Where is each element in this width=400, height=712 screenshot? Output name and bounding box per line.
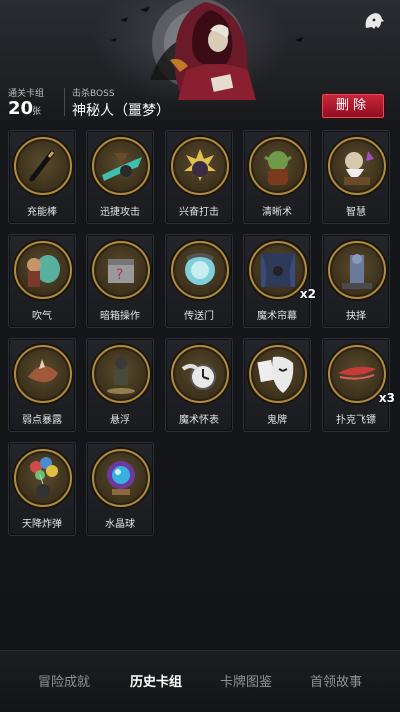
card-label: 吹气 xyxy=(32,311,52,322)
cards-count-unit: 张 xyxy=(32,107,42,117)
levitation-icon xyxy=(92,345,150,403)
card-13[interactable]: 鬼牌 xyxy=(243,338,311,432)
boss-label: 击杀BOSS xyxy=(72,89,115,99)
mystery-box-icon: ? xyxy=(92,241,150,299)
card-2[interactable]: 兴奋打击 xyxy=(165,130,233,224)
cards-count: 20 xyxy=(8,98,34,119)
card-count: x3 xyxy=(378,391,395,405)
card-12[interactable]: 魔术怀表 xyxy=(165,338,233,432)
card-label: 传送门 xyxy=(184,311,214,322)
card-7[interactable]: 传送门 xyxy=(165,234,233,328)
card-16[interactable]: 水晶球 xyxy=(86,442,154,536)
deck-stats: 通关卡组 20 张 击杀BOSS 神秘人（噩梦） 删除 xyxy=(8,86,392,120)
card-0[interactable]: 充能棒 xyxy=(8,130,76,224)
excited-strike-icon xyxy=(171,137,229,195)
card-label: 迅捷攻击 xyxy=(100,207,140,218)
card-14[interactable]: 扑克飞镖 x3 xyxy=(322,338,395,432)
card-label: 暗箱操作 xyxy=(100,311,140,322)
card-label: 扑克飞镖 xyxy=(336,415,376,426)
joker-mask-icon xyxy=(249,345,307,403)
card-3[interactable]: 清晰术 xyxy=(243,130,311,224)
magic-curtain-icon xyxy=(249,241,307,299)
weakness-icon xyxy=(14,345,72,403)
card-5[interactable]: 吹气 xyxy=(8,234,76,328)
balloon-blow-icon xyxy=(14,241,72,299)
card-label: 兴奋打击 xyxy=(179,207,219,218)
goblin-clarity-icon xyxy=(249,137,307,195)
wise-man-icon xyxy=(328,137,386,195)
svg-text:?: ? xyxy=(116,267,123,283)
ghost-pet-button[interactable] xyxy=(360,10,386,32)
card-label: 弱点暴露 xyxy=(22,415,62,426)
tab-card-codex[interactable]: 卡牌图鉴 xyxy=(206,671,286,690)
card-15[interactable]: 天降炸弹 xyxy=(8,442,76,536)
wand-icon xyxy=(14,137,72,195)
balloon-bomb-icon xyxy=(14,449,72,507)
tab-adventure-achievements[interactable]: 冒险成就 xyxy=(24,671,104,690)
card-label: 抉择 xyxy=(346,311,366,322)
delete-button[interactable]: 删除 xyxy=(322,94,384,118)
card-11[interactable]: 悬浮 xyxy=(86,338,154,432)
card-label: 清晰术 xyxy=(262,207,292,218)
card-6[interactable]: ? 暗箱操作 xyxy=(86,234,154,328)
card-label: 充能棒 xyxy=(27,207,57,218)
tab-history-decks[interactable]: 历史卡组 xyxy=(116,671,196,690)
ghost-icon xyxy=(365,13,384,29)
card-label: 智慧 xyxy=(346,207,366,218)
card-label: 悬浮 xyxy=(110,415,130,426)
stats-divider xyxy=(64,88,65,116)
tab-boss-stories[interactable]: 首领故事 xyxy=(296,671,376,690)
bottom-tab-bar: 冒险成就 历史卡组 卡牌图鉴 首领故事 xyxy=(0,650,400,712)
card-1[interactable]: 迅捷攻击 xyxy=(86,130,154,224)
card-label: 水晶球 xyxy=(105,519,135,530)
portal-icon xyxy=(171,241,229,299)
crystal-ball-icon xyxy=(92,449,150,507)
pocket-watch-icon xyxy=(171,345,229,403)
card-count: x2 xyxy=(299,287,316,301)
poker-dart-icon xyxy=(328,345,386,403)
statue-choice-icon xyxy=(328,241,386,299)
card-9[interactable]: 抉择 xyxy=(322,234,390,328)
card-label: 鬼牌 xyxy=(267,415,287,426)
card-label: 魔术怀表 xyxy=(179,415,219,426)
card-label: 魔术帘幕 xyxy=(257,311,297,322)
card-10[interactable]: 弱点暴露 xyxy=(8,338,76,432)
swift-attack-icon xyxy=(92,137,150,195)
card-8[interactable]: 魔术帘幕 x2 xyxy=(243,234,316,328)
card-4[interactable]: 智慧 xyxy=(322,130,390,224)
card-label: 天降炸弹 xyxy=(22,519,62,530)
boss-name: 神秘人（噩梦） xyxy=(72,103,170,119)
